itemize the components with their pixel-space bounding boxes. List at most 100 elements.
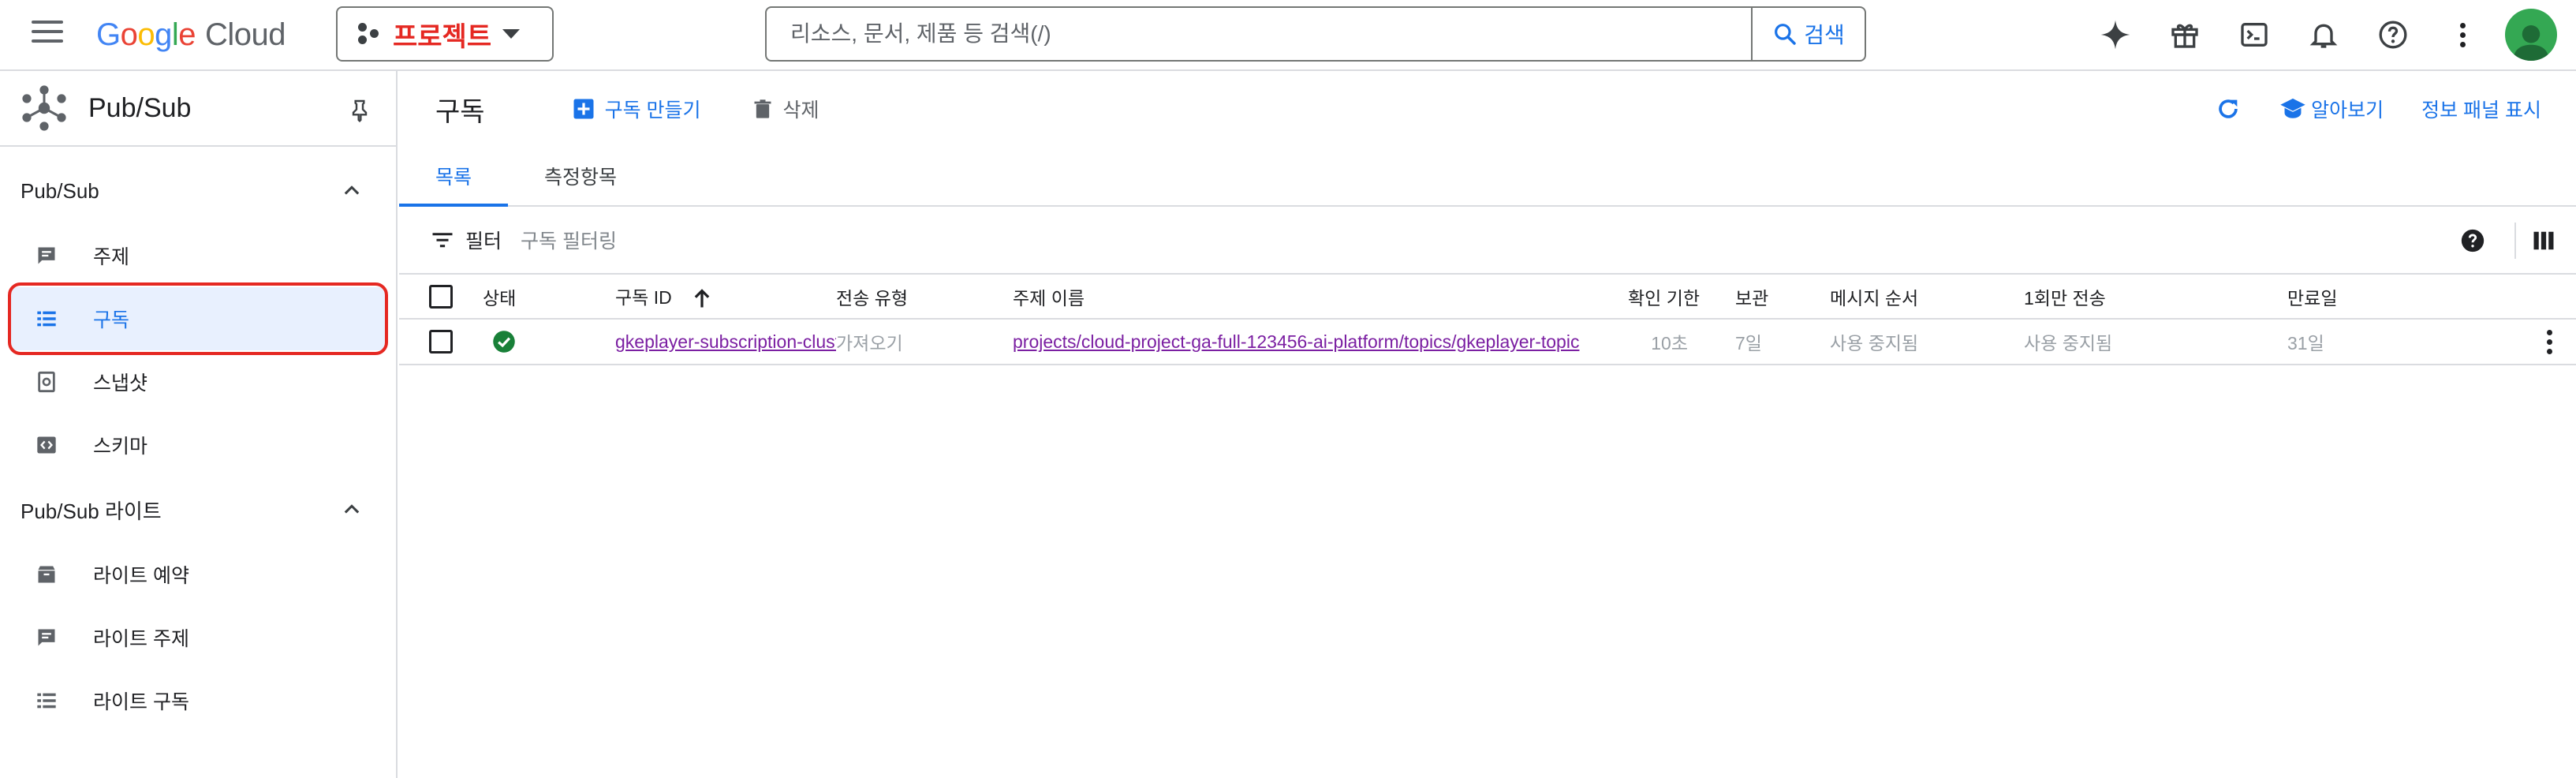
- col-exactly-once[interactable]: 1회만 전송: [2024, 275, 2213, 320]
- delivery-type-cell: 가져오기: [836, 319, 1013, 365]
- search-button-label: 검색: [1804, 23, 1845, 47]
- chevron-up-icon: [344, 504, 360, 514]
- schema-icon: [35, 433, 58, 457]
- sidebar-item-label: 라이트 구독: [93, 691, 189, 713]
- tabs: 목록 측정항목: [399, 147, 2576, 207]
- col-retention[interactable]: 보관: [1688, 275, 1830, 320]
- search-input[interactable]: [767, 8, 1751, 60]
- select-all-checkbox[interactable]: [429, 284, 453, 309]
- sidebar-header: Pub/Sub: [0, 71, 396, 147]
- sidebar-item-label: 라이트 주제: [93, 628, 189, 650]
- sidebar-item-subscriptions[interactable]: 구독: [8, 282, 388, 355]
- dropdown-caret-icon: [502, 29, 521, 39]
- sidebar-item-lite-subscriptions[interactable]: 라이트 구독: [0, 669, 396, 732]
- retention-cell: 7일: [1688, 319, 1830, 365]
- google-cloud-logo[interactable]: Google Cloud: [96, 13, 286, 57]
- sidebar-item-schemas[interactable]: 스키마: [0, 413, 396, 477]
- more-vert-icon[interactable]: [2428, 0, 2497, 69]
- table-row[interactable]: gkeplayer-subscription-cluster 가져오기 proj…: [399, 319, 2576, 365]
- topic-name-link[interactable]: projects/cloud-project-ga-full-123456-ai…: [1013, 319, 1628, 365]
- exactly-once-cell: 사용 중지됨: [2024, 319, 2213, 365]
- divider: [2514, 223, 2516, 259]
- project-picker[interactable]: 프로젝트: [336, 6, 554, 62]
- project-dots-icon: [358, 23, 380, 45]
- sidebar-item-label: 주제: [93, 246, 130, 268]
- expiration-cell: 31일: [2213, 319, 2473, 365]
- action-bar: 구독 구독 만들기 삭제 알아보기 정보 패널 표시: [399, 71, 2576, 147]
- sidebar-item-label: 스냅샷: [93, 372, 148, 395]
- trash-icon: [754, 99, 771, 118]
- col-delivery-type[interactable]: 전송 유형: [836, 275, 1013, 320]
- topic-icon: [35, 244, 58, 267]
- sidebar-item-lite-reservations[interactable]: 라이트 예약: [0, 543, 396, 606]
- col-status[interactable]: 상태: [483, 275, 615, 320]
- annotation-highlight-box: [8, 282, 388, 355]
- filter-icon: [432, 233, 453, 248]
- filter-bar[interactable]: 필터 구독 필터링: [399, 207, 2576, 275]
- status-ok-icon: [493, 331, 515, 353]
- section-title: Pub/Sub 라이트: [21, 499, 162, 523]
- learn-label: 알아보기: [2311, 99, 2384, 122]
- show-info-panel-button[interactable]: 정보 패널 표시: [2421, 95, 2541, 123]
- account-avatar[interactable]: [2505, 9, 2557, 61]
- pin-icon[interactable]: [347, 98, 372, 123]
- snapshot-icon: [35, 370, 58, 394]
- refresh-icon[interactable]: [2215, 95, 2242, 122]
- info-panel-label: 정보 패널 표시: [2421, 99, 2541, 122]
- filter-right-tools: [2459, 207, 2576, 275]
- gift-icon[interactable]: [2150, 0, 2219, 69]
- product-title: Pub/Sub: [88, 92, 192, 123]
- subscription-id-link[interactable]: gkeplayer-subscription-cluster: [615, 319, 836, 365]
- col-label: 구독 ID: [615, 287, 672, 309]
- section-title: Pub/Sub: [21, 178, 99, 203]
- sort-arrow-up-icon: [694, 289, 710, 308]
- subscriptions-table: 상태 구독 ID 전송 유형 주제 이름 확인 기한 보관 메시지 순서 1회만…: [399, 275, 2576, 365]
- sidebar-item-lite-topics[interactable]: 라이트 주제: [0, 606, 396, 669]
- sidebar-item-snapshots[interactable]: 스냅샷: [0, 350, 396, 413]
- sidebar-section-pubsub-lite[interactable]: Pub/Sub 라이트: [0, 477, 396, 543]
- table-header-row: 상태 구독 ID 전송 유형 주제 이름 확인 기한 보관 메시지 순서 1회만…: [399, 275, 2576, 320]
- col-ack-deadline[interactable]: 확인 기한: [1628, 275, 1700, 320]
- column-display-icon[interactable]: [2532, 229, 2555, 252]
- subscription-list-icon: [35, 689, 58, 713]
- tab-list[interactable]: 목록: [399, 147, 509, 207]
- page-title: 구독: [435, 96, 485, 127]
- search-bar: 검색: [765, 6, 1866, 62]
- learn-button[interactable]: 알아보기: [2279, 95, 2384, 123]
- help-circle-icon[interactable]: [2459, 227, 2486, 254]
- col-topic-name[interactable]: 주제 이름: [1013, 275, 1628, 320]
- col-subscription-id[interactable]: 구독 ID: [615, 275, 836, 320]
- row-checkbox[interactable]: [429, 330, 453, 353]
- message-ordering-cell: 사용 중지됨: [1830, 319, 2024, 365]
- pubsub-logo-icon: [22, 85, 66, 131]
- sidebar-item-topics[interactable]: 주제: [0, 224, 396, 287]
- topic-icon: [35, 626, 58, 649]
- cloud-shell-icon[interactable]: [2219, 0, 2289, 69]
- search-icon: [1775, 24, 1796, 45]
- filter-label: 필터: [465, 230, 502, 252]
- delete-button[interactable]: 삭제: [752, 95, 819, 123]
- create-subscription-label: 구독 만들기: [604, 99, 701, 122]
- col-message-ordering[interactable]: 메시지 순서: [1830, 275, 2024, 320]
- col-expiration[interactable]: 만료일: [2213, 275, 2473, 320]
- row-actions-more-icon[interactable]: [2541, 329, 2557, 354]
- sidebar-section-pubsub[interactable]: Pub/Sub: [0, 158, 396, 224]
- project-name: 프로젝트: [393, 21, 492, 52]
- help-icon[interactable]: [2358, 0, 2428, 69]
- main-content: 구독 구독 만들기 삭제 알아보기 정보 패널 표시 목록 측정항목 필터 구독…: [399, 71, 2576, 778]
- school-icon: [2280, 98, 2305, 118]
- sidebar-item-label: 스키마: [93, 436, 148, 458]
- tab-label: 목록: [435, 166, 472, 189]
- tab-metrics[interactable]: 측정항목: [508, 147, 653, 205]
- sidebar-item-label: 라이트 예약: [93, 565, 189, 587]
- main-menu-icon[interactable]: [32, 21, 63, 49]
- gemini-sparkle-icon[interactable]: [2081, 0, 2150, 69]
- tab-label: 측정항목: [544, 166, 618, 189]
- top-bar: Google Cloud 프로젝트 검색: [0, 0, 2576, 71]
- reservation-icon: [35, 563, 58, 586]
- create-subscription-button[interactable]: 구독 만들기: [572, 95, 701, 123]
- delete-label: 삭제: [782, 99, 819, 122]
- filter-input[interactable]: 구독 필터링: [521, 226, 617, 254]
- search-button[interactable]: 검색: [1751, 8, 1865, 60]
- notifications-icon[interactable]: [2289, 0, 2358, 69]
